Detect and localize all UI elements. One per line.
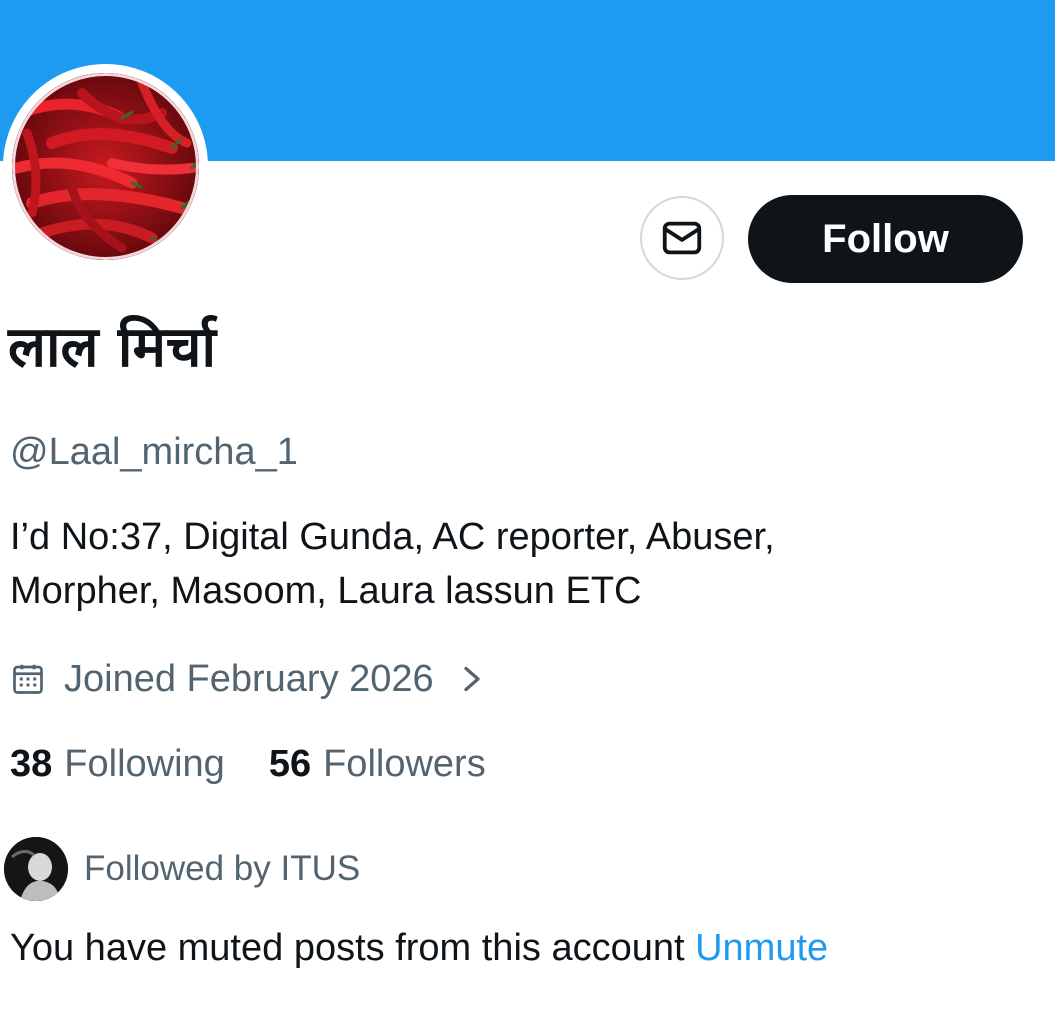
followers-label: Followers bbox=[323, 742, 486, 785]
followers-count: 56 bbox=[268, 742, 312, 785]
profile-handle: @Laal_mircha_1 bbox=[10, 431, 298, 473]
joined-date-row[interactable]: Joined February 2026 bbox=[10, 654, 484, 704]
follow-stats: 38 Following 56 Followers bbox=[10, 738, 486, 790]
following-label: Following bbox=[64, 742, 225, 785]
follower-avatar bbox=[4, 837, 68, 901]
envelope-icon bbox=[662, 221, 702, 255]
bio-line: I’d No:37, Digital Gunda, AC reporter, A… bbox=[10, 516, 775, 558]
profile-avatar[interactable] bbox=[12, 73, 199, 260]
profile-page: Follow लाल मिर्चा @Laal_mircha_1 I’d No:… bbox=[0, 0, 1055, 1013]
followed-by-row[interactable]: Followed by ITUS bbox=[4, 836, 360, 902]
muted-message: You have muted posts from this account bbox=[10, 927, 685, 969]
follow-button[interactable]: Follow bbox=[748, 195, 1023, 283]
following-link[interactable]: 38 Following bbox=[10, 743, 225, 786]
red-chili-avatar-image bbox=[12, 73, 199, 260]
chevron-right-icon bbox=[460, 661, 484, 697]
following-count: 38 bbox=[10, 742, 53, 785]
followed-by-text: Followed by ITUS bbox=[84, 849, 361, 888]
profile-bio: I’d No:37, Digital Gunda, AC reporter, A… bbox=[10, 510, 1010, 618]
message-button[interactable] bbox=[640, 196, 724, 280]
calendar-icon bbox=[10, 661, 46, 697]
muted-notice: You have muted posts from this account U… bbox=[10, 922, 828, 974]
unmute-link[interactable]: Unmute bbox=[695, 927, 828, 969]
joined-date-text: Joined February 2026 bbox=[64, 657, 434, 700]
followers-link[interactable]: 56 Followers bbox=[269, 743, 486, 786]
bio-line: Morpher, Masoom, Laura lassun ETC bbox=[10, 570, 642, 612]
display-name: लाल मिर्चा bbox=[8, 315, 216, 380]
